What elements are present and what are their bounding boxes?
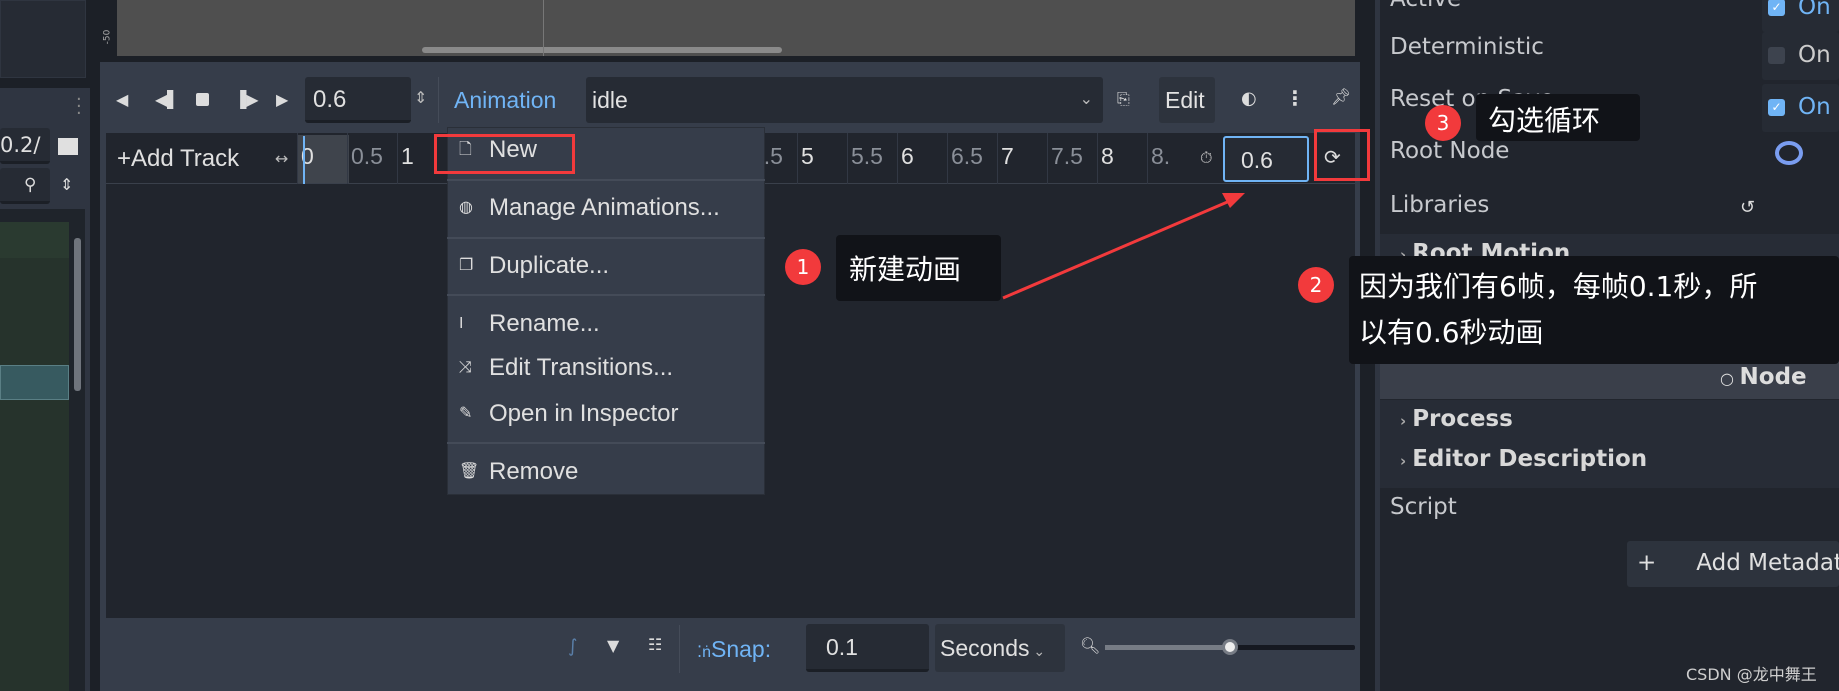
annotation-badge-2: 2 <box>1298 267 1334 303</box>
annotation-tooltip-1: 新建动画 <box>836 235 1001 301</box>
annotation-text-line2: 以有0.6秒动画 <box>1359 316 1544 349</box>
annotation-badge-3: 3 <box>1425 105 1461 141</box>
annotation-tooltip-3: 勾选循环 <box>1476 94 1640 141</box>
annotation-tooltip-2: 因为我们有6帧，每帧0.1秒，所 以有0.6秒动画 <box>1349 256 1839 364</box>
annotation-text: 勾选循环 <box>1488 104 1601 137</box>
annotation-text-line1: 因为我们有6帧，每帧0.1秒，所 <box>1359 270 1758 303</box>
annotation-text: 新建动画 <box>849 253 962 286</box>
annotation-badge-1: 1 <box>785 249 821 285</box>
